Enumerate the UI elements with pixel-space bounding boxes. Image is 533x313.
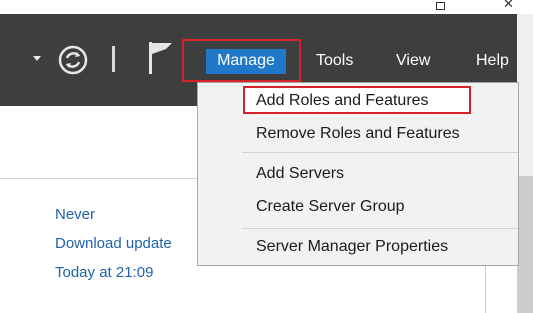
- link-never[interactable]: Never: [55, 206, 95, 223]
- link-download-update[interactable]: Download update: [55, 235, 172, 252]
- chevron-down-icon[interactable]: [33, 56, 41, 61]
- menu-separator: [242, 228, 518, 229]
- menu-help[interactable]: Help: [476, 49, 509, 73]
- menu-item-remove-roles-and-features[interactable]: Remove Roles and Features: [256, 125, 460, 143]
- panel-border: [485, 266, 486, 313]
- link-last-checked[interactable]: Today at 21:09: [55, 264, 153, 281]
- menu-item-add-servers[interactable]: Add Servers: [256, 165, 344, 183]
- toolbar-separator: [112, 46, 115, 72]
- close-icon[interactable]: ✕: [503, 0, 514, 11]
- scrollbar-thumb[interactable]: [517, 176, 533, 313]
- title-bar: [0, 0, 533, 14]
- menu-separator: [242, 152, 518, 153]
- manage-highlight-callout: [182, 39, 301, 82]
- menu-item-create-server-group[interactable]: Create Server Group: [256, 198, 405, 216]
- menu-item-server-manager-properties[interactable]: Server Manager Properties: [256, 238, 448, 256]
- notifications-flag-icon[interactable]: [146, 40, 178, 76]
- restore-icon[interactable]: [436, 2, 445, 10]
- menu-view[interactable]: View: [396, 49, 430, 73]
- refresh-icon[interactable]: [57, 44, 89, 76]
- menu-tools[interactable]: Tools: [316, 49, 353, 73]
- menu-item-add-roles-and-features[interactable]: Add Roles and Features: [256, 92, 429, 110]
- content-divider: [0, 178, 200, 179]
